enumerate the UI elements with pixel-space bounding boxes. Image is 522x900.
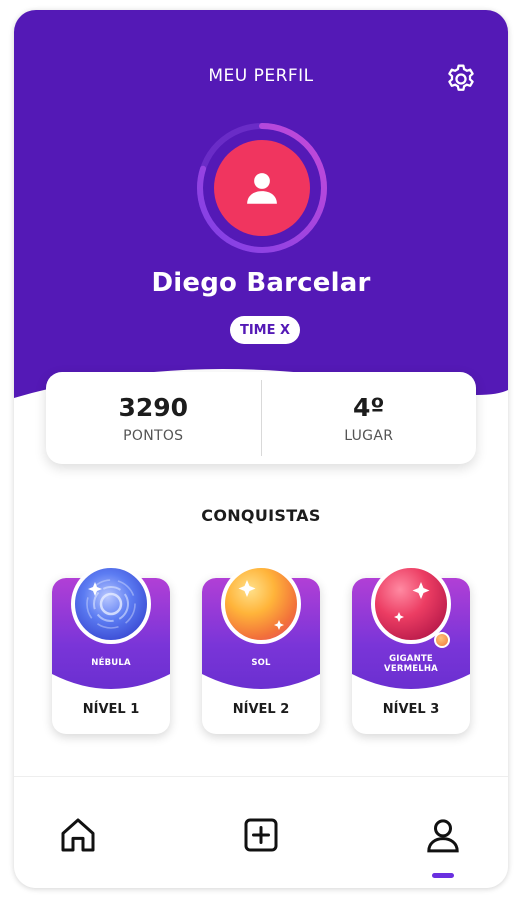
achievements-title: CONQUISTAS [201, 506, 321, 525]
plus-square-icon [244, 818, 278, 852]
achievement-card-sun[interactable]: SOL NÍVEL 2 [202, 564, 320, 734]
small-planet-icon [434, 632, 450, 648]
rank-stat: 4º LUGAR [262, 372, 477, 464]
nav-home[interactable] [54, 811, 102, 859]
page-title: MEU PERFIL [208, 66, 314, 86]
user-icon [247, 173, 277, 204]
user-name: Diego Barcelar [151, 268, 371, 298]
phone-screen: MEU PERFIL Diego Barcelar TIME X 3290 PO… [14, 10, 508, 888]
active-nav-indicator [432, 873, 454, 878]
stats-card: 3290 PONTOS 4º LUGAR [46, 372, 476, 464]
team-badge: TIME X [230, 316, 300, 344]
achievement-name: SOL [251, 658, 271, 668]
home-icon [61, 818, 95, 852]
achievement-level: NÍVEL 2 [232, 702, 290, 717]
achievement-level: NÍVEL 3 [382, 702, 440, 717]
points-value: 3290 [118, 392, 189, 422]
rank-value: 4º [353, 392, 385, 422]
achievement-name: GIGANTE VERMELHA [384, 654, 438, 674]
bottom-nav [14, 776, 508, 888]
sun-orb-icon [221, 564, 301, 644]
gear-icon [448, 64, 474, 91]
rank-label: LUGAR [344, 427, 394, 444]
nebula-orb-icon [71, 564, 151, 644]
user-icon [427, 819, 459, 853]
settings-button[interactable] [442, 60, 480, 98]
achievement-level: NÍVEL 1 [82, 702, 140, 717]
achievement-card-red-giant[interactable]: GIGANTE VERMELHA NÍVEL 3 [352, 564, 470, 734]
avatar-with-progress-ring [194, 120, 330, 256]
achievement-name: NÉBULA [91, 658, 131, 668]
nav-profile[interactable] [419, 811, 467, 859]
nav-add[interactable] [237, 811, 285, 859]
points-stat: 3290 PONTOS [46, 372, 261, 464]
points-label: PONTOS [123, 427, 184, 444]
achievement-card-nebula[interactable]: NÉBULA NÍVEL 1 [52, 564, 170, 734]
avatar[interactable] [214, 140, 310, 236]
